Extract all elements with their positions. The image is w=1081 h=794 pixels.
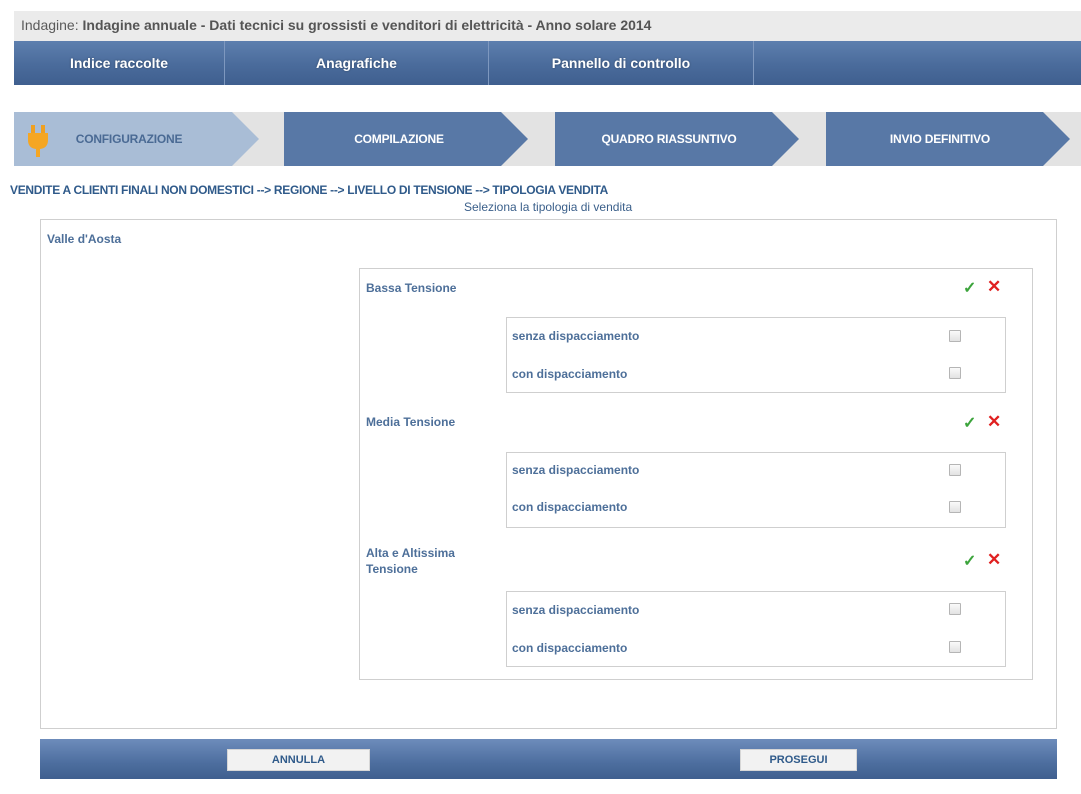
check-all-icon[interactable]: ✓ [963, 551, 976, 571]
uncheck-all-icon[interactable]: ✕ [987, 277, 1001, 297]
plug-icon [27, 125, 49, 157]
main-nav: Indice raccolte Anagrafiche Pannello di … [14, 41, 1081, 85]
survey-title: Indagine annuale - Dati tecnici su gross… [82, 17, 652, 33]
check-all-icon[interactable]: ✓ [963, 413, 976, 433]
uncheck-all-icon[interactable]: ✕ [987, 550, 1001, 570]
group-label-alta-tensione: Alta e Altissima Tensione [366, 546, 455, 576]
survey-title-prefix: Indagine: [21, 17, 79, 33]
step-label: COMPILAZIONE [354, 132, 444, 146]
step-label: INVIO DEFINITIVO [889, 132, 991, 146]
option-checkbox[interactable] [949, 464, 961, 476]
breadcrumb: VENDITE A CLIENTI FINALI NON DOMESTICI -… [10, 183, 609, 197]
nav-indice-raccolte[interactable]: Indice raccolte [14, 41, 225, 85]
option-label: senza dispacciamento [512, 329, 640, 343]
survey-title-bar: Indagine: Indagine annuale - Dati tecnic… [14, 11, 1081, 41]
option-checkbox[interactable] [949, 501, 961, 513]
cancel-button[interactable]: ANNULLA [227, 749, 370, 771]
option-checkbox[interactable] [949, 603, 961, 615]
step-configurazione[interactable]: CONFIGURAZIONE [14, 112, 259, 166]
footer-actions [40, 739, 1057, 779]
option-label: senza dispacciamento [512, 463, 640, 477]
option-label: con dispacciamento [512, 641, 628, 655]
option-label: con dispacciamento [512, 367, 628, 381]
step-label: CONFIGURAZIONE [75, 132, 183, 146]
step-compilazione[interactable]: COMPILAZIONE [284, 112, 528, 166]
uncheck-all-icon[interactable]: ✕ [987, 412, 1001, 432]
group-label-bassa-tensione: Bassa Tensione [366, 281, 457, 295]
option-label: senza dispacciamento [512, 603, 640, 617]
nav-anagrafiche[interactable]: Anagrafiche [225, 41, 489, 85]
nav-pannello-di-controllo[interactable]: Pannello di controllo [489, 41, 754, 85]
step-quadro-riassuntivo[interactable]: QUADRO RIASSUNTIVO [555, 112, 799, 166]
option-label: con dispacciamento [512, 500, 628, 514]
region-label: Valle d'Aosta [47, 232, 122, 246]
proceed-button[interactable]: PROSEGUI [740, 749, 857, 771]
option-checkbox[interactable] [949, 330, 961, 342]
page-subtitle: Seleziona la tipologia di vendita [464, 200, 633, 214]
option-checkbox[interactable] [949, 641, 961, 653]
step-invio-definitivo[interactable]: INVIO DEFINITIVO [826, 112, 1070, 166]
check-all-icon[interactable]: ✓ [963, 278, 976, 298]
step-label: QUADRO RIASSUNTIVO [601, 132, 737, 146]
group-label-media-tensione: Media Tensione [366, 415, 456, 429]
option-checkbox[interactable] [949, 367, 961, 379]
